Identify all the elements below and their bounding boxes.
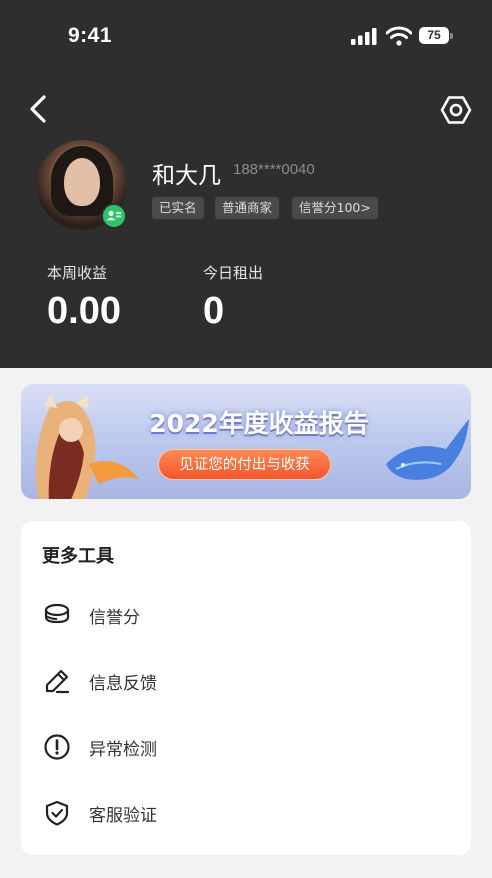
- avatar-face: [64, 158, 100, 206]
- banner-title: 2022年度收益报告: [149, 409, 369, 438]
- shield-check-icon: [45, 800, 69, 826]
- battery-indicator: 75: [419, 27, 449, 44]
- tool-label-anomaly-detection: 异常检测: [89, 740, 157, 760]
- tool-label-credit-score: 信誉分: [89, 608, 140, 628]
- tool-item-support-verification[interactable]: 客服验证: [21, 785, 471, 841]
- status-bar: 9:41 75: [0, 0, 492, 70]
- back-button[interactable]: [25, 93, 53, 125]
- more-tools-title: 更多工具: [42, 546, 114, 567]
- banner-character-illustration: [35, 394, 139, 499]
- username: 和大几: [152, 163, 221, 189]
- settings-icon[interactable]: [440, 94, 472, 126]
- tool-item-credit-score[interactable]: 信誉分: [21, 587, 471, 643]
- rented-today-value: 0: [203, 290, 225, 332]
- cellular-signal-icon: [351, 28, 377, 45]
- banner-cta-button[interactable]: 见证您的付出与收获: [158, 449, 331, 480]
- tool-item-feedback[interactable]: 信息反馈: [21, 653, 471, 709]
- rented-today-label: 今日租出: [203, 264, 264, 282]
- coin-stack-icon: [44, 603, 70, 624]
- tag-merchant-level: 普通商家: [215, 197, 280, 219]
- pencil-icon: [45, 669, 70, 694]
- tool-label-support-verification: 客服验证: [89, 806, 157, 826]
- weekly-earnings-value: 0.00: [47, 290, 121, 332]
- alert-circle-icon: [44, 734, 70, 760]
- more-tools-card: 更多工具 信誉分 信息反馈 异常检测 客服验证: [21, 521, 471, 855]
- tool-item-anomaly-detection[interactable]: 异常检测: [21, 719, 471, 775]
- verified-badge-icon: [101, 203, 127, 229]
- tag-verified: 已实名: [152, 197, 204, 219]
- annual-report-banner[interactable]: 2022年度收益报告 见证您的付出与收获: [21, 384, 471, 499]
- status-time: 9:41: [68, 24, 113, 47]
- banner-whale-illustration: [386, 419, 469, 480]
- tag-credit-score[interactable]: 信誉分100>: [292, 197, 378, 219]
- phone-number: 188****0040: [233, 161, 315, 178]
- weekly-earnings-label: 本周收益: [47, 264, 108, 282]
- wifi-icon: [386, 26, 412, 46]
- battery-tip: [450, 33, 453, 39]
- profile-header: 9:41 75 和大几 188****0040 已实名 普通商家 信誉分100>…: [0, 0, 492, 368]
- tool-label-feedback: 信息反馈: [89, 674, 157, 694]
